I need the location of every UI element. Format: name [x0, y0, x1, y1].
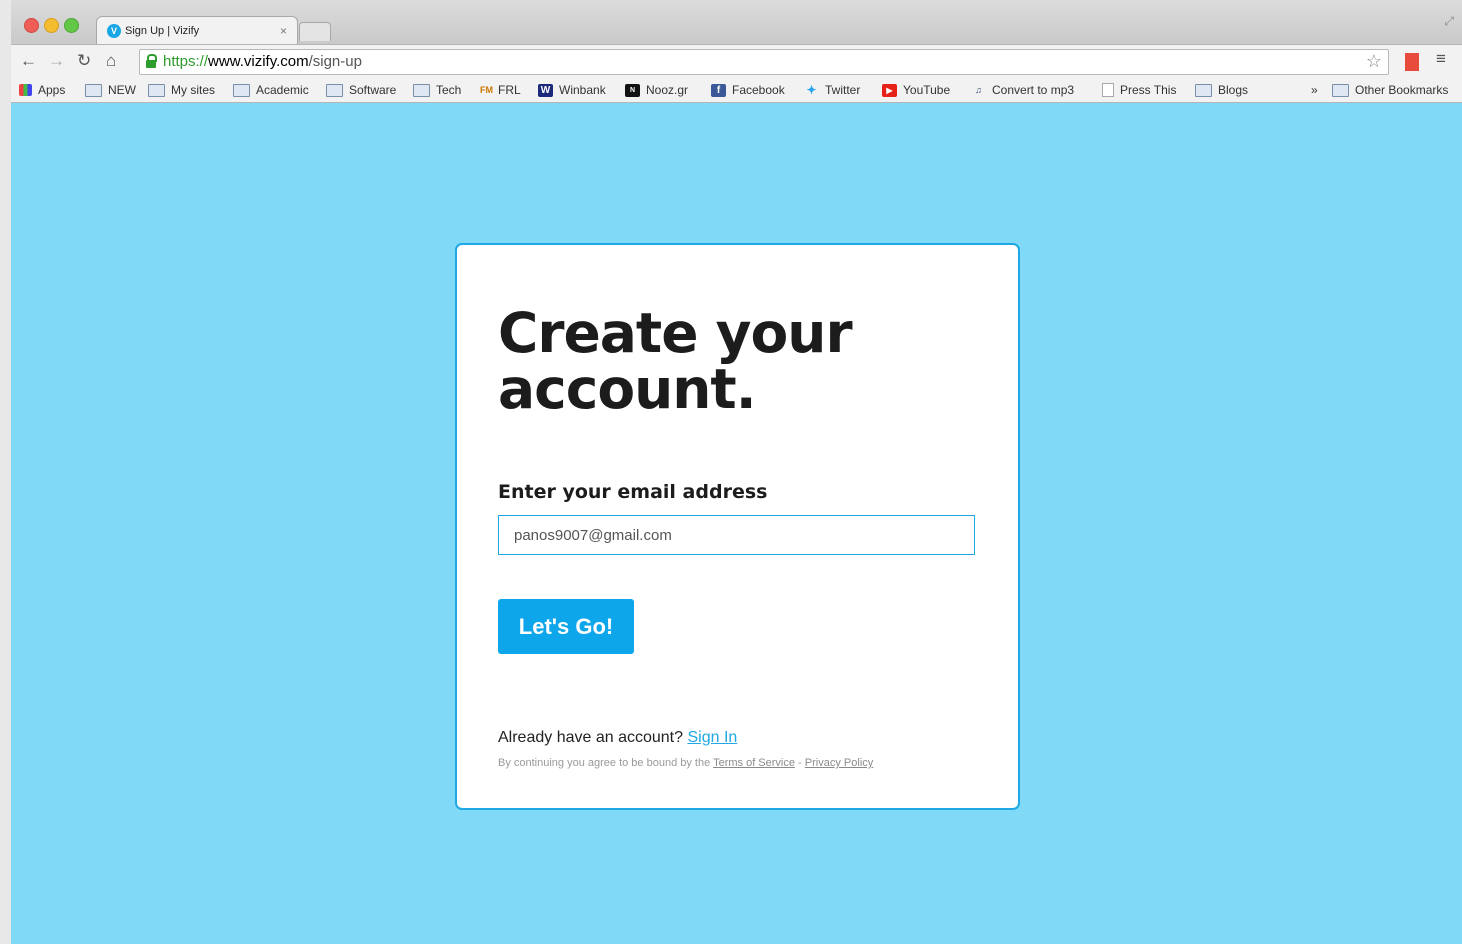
tab-title: Sign Up | Vizify [125, 25, 200, 37]
folder-icon [148, 83, 165, 97]
close-window-button[interactable] [24, 18, 39, 33]
frl-icon: FM [480, 84, 493, 95]
bookmark-convert-mp3[interactable]: ♫ Convert to mp3 [971, 83, 1074, 97]
address-bar[interactable]: https://www.vizify.com/sign-up ☆ [139, 49, 1389, 75]
bookmark-facebook[interactable]: f Facebook [711, 83, 785, 97]
lets-go-button[interactable]: Let's Go! [498, 599, 634, 654]
new-tab-button[interactable] [299, 22, 331, 41]
folder-icon [85, 83, 102, 97]
extension-icon[interactable] [1405, 53, 1419, 71]
title-bar: V Sign Up | Vizify × ⤢ [11, 0, 1462, 45]
email-label: Enter your email address [498, 481, 768, 503]
bookmarks-bar: Apps NEW My sites Academic Software Tech… [11, 78, 1462, 103]
fullscreen-icon[interactable]: ⤢ [1444, 14, 1454, 29]
bookmark-press-this[interactable]: Press This [1102, 83, 1176, 97]
bookmark-software[interactable]: Software [326, 83, 396, 97]
winbank-icon: W [538, 83, 553, 97]
folder-icon [233, 83, 250, 97]
folder-icon [1195, 83, 1212, 97]
back-arrow-icon[interactable]: ← [20, 51, 37, 71]
bookmark-other-bookmarks[interactable]: Other Bookmarks [1332, 83, 1448, 97]
browser-toolbar: ← → ↻ ⌂ https://www.vizify.com/sign-up ☆… [11, 44, 1462, 79]
bookmark-nooz[interactable]: N Nooz.gr [625, 83, 688, 97]
mp3-icon: ♫ [975, 84, 982, 95]
bookmark-apps[interactable]: Apps [19, 83, 65, 97]
terms-of-service-link[interactable]: Terms of Service [713, 757, 795, 769]
tab-sign-up[interactable]: V Sign Up | Vizify × [96, 16, 298, 45]
url-text[interactable]: https://www.vizify.com/sign-up [163, 53, 362, 70]
menu-icon[interactable]: ≡ [1436, 49, 1446, 69]
folder-icon [1332, 83, 1349, 97]
tab-close-icon[interactable]: × [280, 24, 287, 38]
reload-icon[interactable]: ↻ [77, 51, 91, 71]
youtube-icon: ▶ [882, 83, 897, 97]
already-text: Already have an account? [498, 729, 684, 746]
forward-arrow-icon[interactable]: → [48, 51, 65, 71]
bookmark-star-icon[interactable]: ☆ [1366, 51, 1382, 72]
minimize-window-button[interactable] [44, 18, 59, 33]
folder-icon [326, 83, 343, 97]
facebook-icon: f [711, 83, 726, 97]
sign-in-link[interactable]: Sign In [687, 729, 737, 746]
bookmark-youtube[interactable]: ▶ YouTube [882, 83, 950, 97]
zoom-window-button[interactable] [64, 18, 79, 33]
lock-icon [146, 54, 157, 68]
bookmark-academic[interactable]: Academic [233, 83, 309, 97]
vizify-favicon-icon: V [107, 24, 121, 38]
page-title: Create your account. [498, 301, 853, 421]
terms-separator: - [798, 757, 802, 769]
bookmark-frl[interactable]: FM FRL [480, 83, 521, 97]
terms-notice: By continuing you agree to be bound by t… [498, 757, 873, 769]
email-field[interactable] [498, 515, 975, 555]
bookmarks-overflow-chevron[interactable]: » [1311, 83, 1318, 97]
home-icon[interactable]: ⌂ [106, 51, 116, 71]
bookmark-new[interactable]: NEW [85, 83, 136, 97]
bookmark-my-sites[interactable]: My sites [148, 83, 215, 97]
folder-icon [413, 83, 430, 97]
signup-card: Create your account. Enter your email ad… [455, 243, 1020, 810]
sign-in-prompt: Already have an account? Sign In [498, 729, 737, 747]
privacy-policy-link[interactable]: Privacy Policy [805, 757, 873, 769]
twitter-icon: ✦ [806, 82, 817, 97]
bookmark-blogs[interactable]: Blogs [1195, 83, 1248, 97]
page-icon [1102, 83, 1114, 97]
apps-grid-icon [19, 84, 32, 96]
bookmark-winbank[interactable]: W Winbank [538, 83, 606, 97]
terms-text: By continuing you agree to be bound by t… [498, 757, 711, 769]
bookmark-tech[interactable]: Tech [413, 83, 461, 97]
browser-window: V Sign Up | Vizify × ⤢ ← → ↻ ⌂ https://w… [11, 0, 1462, 944]
nooz-icon: N [625, 83, 640, 97]
bookmark-twitter[interactable]: ✦ Twitter [804, 83, 860, 97]
